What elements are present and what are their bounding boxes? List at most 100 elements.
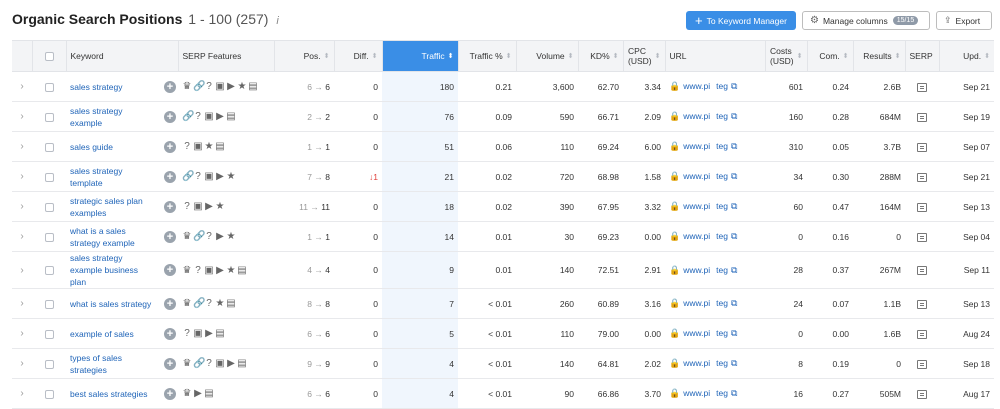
url-link-part[interactable]: teg xyxy=(716,231,728,241)
url-link-part[interactable]: teg xyxy=(716,81,728,91)
row-checkbox[interactable] xyxy=(44,142,54,152)
add-to-list-button[interactable]: + xyxy=(164,297,176,310)
external-link-icon[interactable]: ⧉ xyxy=(731,141,737,151)
row-checkbox[interactable] xyxy=(44,266,54,276)
keyword-link[interactable]: sales strategy example business plan xyxy=(70,252,156,288)
expand-row-button[interactable]: › xyxy=(12,192,32,222)
table-row[interactable]: › best sales strategies + ♛ ▶▤ 6 → 6 0 4 < 0.01 9… xyxy=(12,378,995,409)
expand-row-button[interactable]: › xyxy=(12,379,32,409)
row-checkbox[interactable] xyxy=(44,359,54,369)
row-checkbox[interactable] xyxy=(44,389,54,399)
add-to-list-button[interactable]: + xyxy=(164,327,176,340)
column-traffic-pct[interactable]: Traffic % ⬍ xyxy=(458,40,517,72)
expand-row-button[interactable]: › xyxy=(12,132,32,162)
row-checkbox[interactable] xyxy=(44,172,54,182)
expand-row-button[interactable]: › xyxy=(12,162,32,192)
url-link-part[interactable]: teg xyxy=(716,201,728,211)
column-diff[interactable]: Diff. ⬍ xyxy=(334,40,383,72)
external-link-icon[interactable]: ⧉ xyxy=(731,201,737,211)
table-row[interactable]: › sales strategy template + 🔗? ▣▶ ★ 7 → 8 ↓1 21 0… xyxy=(12,161,995,192)
add-to-list-button[interactable]: + xyxy=(164,357,176,370)
external-link-icon[interactable]: ⧉ xyxy=(731,328,737,338)
url-link[interactable]: www.pi xyxy=(683,231,710,241)
serp-snapshot-icon[interactable] xyxy=(917,266,928,276)
table-row[interactable]: › sales strategy + ♛🔗? ▣▶ ★▤ 6 → 6 0 180 0.21 3,60… xyxy=(12,71,995,102)
expand-row-button[interactable]: › xyxy=(12,319,32,349)
column-volume[interactable]: Volume ⬍ xyxy=(516,40,579,72)
expand-row-button[interactable]: › xyxy=(12,102,32,132)
keyword-link[interactable]: types of sales strategies xyxy=(70,352,156,376)
url-link[interactable]: www.pi xyxy=(683,298,710,308)
url-link[interactable]: www.pi xyxy=(683,358,710,368)
keyword-link[interactable]: best sales strategies xyxy=(70,388,156,400)
to-keyword-manager-button[interactable]: + To Keyword Manager xyxy=(686,11,796,30)
add-to-list-button[interactable]: + xyxy=(164,110,176,123)
keyword-link[interactable]: sales strategy template xyxy=(70,165,156,189)
table-row[interactable]: › types of sales strategies + ♛🔗? ▣▶▤ 9 → 904… xyxy=(12,348,995,379)
column-serp-features[interactable]: SERP Features xyxy=(178,40,275,72)
select-all-checkbox[interactable] xyxy=(44,52,54,62)
column-traffic[interactable]: Traffic ⬍ xyxy=(382,40,459,72)
url-link[interactable]: www.pi xyxy=(683,81,710,91)
keyword-link[interactable]: example of sales xyxy=(70,328,156,340)
row-checkbox[interactable] xyxy=(44,82,54,92)
serp-snapshot-icon[interactable] xyxy=(917,82,928,92)
row-checkbox[interactable] xyxy=(44,112,54,122)
column-keyword[interactable]: Keyword xyxy=(66,40,179,72)
table-row[interactable]: › strategic sales plan examples +? ▣▶ ★ 11 → … xyxy=(12,191,995,222)
url-link[interactable]: www.pi xyxy=(683,328,710,338)
external-link-icon[interactable]: ⧉ xyxy=(731,265,737,275)
row-checkbox[interactable] xyxy=(44,202,54,212)
add-to-list-button[interactable]: + xyxy=(164,80,176,93)
external-link-icon[interactable]: ⧉ xyxy=(731,358,737,368)
add-to-list-button[interactable]: + xyxy=(164,170,176,183)
keyword-link[interactable]: sales strategy xyxy=(70,81,156,93)
column-pos[interactable]: Pos. ⬍ xyxy=(274,40,335,72)
expand-row-button[interactable]: › xyxy=(12,289,32,319)
add-to-list-button[interactable]: + xyxy=(164,230,176,243)
serp-snapshot-icon[interactable] xyxy=(917,299,928,309)
keyword-link[interactable]: what is sales strategy xyxy=(70,298,156,310)
url-link-part[interactable]: teg xyxy=(716,298,728,308)
url-link[interactable]: www.pi xyxy=(683,388,710,398)
external-link-icon[interactable]: ⧉ xyxy=(731,171,737,181)
url-link[interactable]: www.pi xyxy=(683,141,710,151)
table-row[interactable]: › what is a sales strategy example + ♛🔗? ▶ ★ 1… xyxy=(12,221,995,252)
url-link-part[interactable]: teg xyxy=(716,358,728,368)
info-icon[interactable]: i xyxy=(276,15,278,27)
add-to-list-button[interactable]: + xyxy=(164,200,176,213)
keyword-link[interactable]: what is a sales strategy example xyxy=(70,225,156,249)
external-link-icon[interactable]: ⧉ xyxy=(731,298,737,308)
serp-snapshot-icon[interactable] xyxy=(917,142,928,152)
table-row[interactable]: › what is sales strategy + ♛🔗? ★▤ 8 → 8 0 7 < 0.… xyxy=(12,288,995,319)
column-costs[interactable]: Costs (USD) ⬍ xyxy=(765,40,808,72)
table-row[interactable]: › sales guide +? ▣★▤ 1 → 1 0 51 0.06 110 69.24 6.0… xyxy=(12,131,995,162)
keyword-link[interactable]: sales strategy example xyxy=(70,105,156,129)
manage-columns-button[interactable]: ⚙ Manage columns 15/15 xyxy=(802,11,930,30)
serp-snapshot-icon[interactable] xyxy=(917,232,928,242)
add-to-list-button[interactable]: + xyxy=(164,264,176,276)
export-button[interactable]: ⇪ Export xyxy=(936,11,992,30)
column-results[interactable]: Results ⬍ xyxy=(853,40,906,72)
expand-row-button[interactable]: › xyxy=(12,222,32,252)
url-link[interactable]: www.pi xyxy=(683,201,710,211)
add-to-list-button[interactable]: + xyxy=(164,140,176,153)
column-cpc[interactable]: CPC (USD) ⬍ xyxy=(623,40,666,72)
add-to-list-button[interactable]: + xyxy=(164,387,176,400)
column-upd[interactable]: Upd. ⬍ xyxy=(939,40,995,72)
table-row[interactable]: › sales strategy example business plan + ♛?… xyxy=(12,251,995,289)
external-link-icon[interactable]: ⧉ xyxy=(731,111,737,121)
external-link-icon[interactable]: ⧉ xyxy=(731,81,737,91)
serp-snapshot-icon[interactable] xyxy=(917,329,928,339)
external-link-icon[interactable]: ⧉ xyxy=(731,388,737,398)
url-link[interactable]: www.pi xyxy=(683,265,710,275)
url-link-part[interactable]: teg xyxy=(716,111,728,121)
column-serp[interactable]: SERP xyxy=(905,40,940,72)
url-link-part[interactable]: teg xyxy=(716,388,728,398)
expand-row-button[interactable]: › xyxy=(12,349,32,379)
table-row[interactable]: › sales strategy example + 🔗? ▣▶▤ 2 → 2 0 76 0.0… xyxy=(12,101,995,132)
column-com[interactable]: Com. ⬍ xyxy=(807,40,854,72)
external-link-icon[interactable]: ⧉ xyxy=(731,231,737,241)
expand-row-button[interactable]: › xyxy=(12,72,32,102)
url-link[interactable]: www.pi xyxy=(683,111,710,121)
